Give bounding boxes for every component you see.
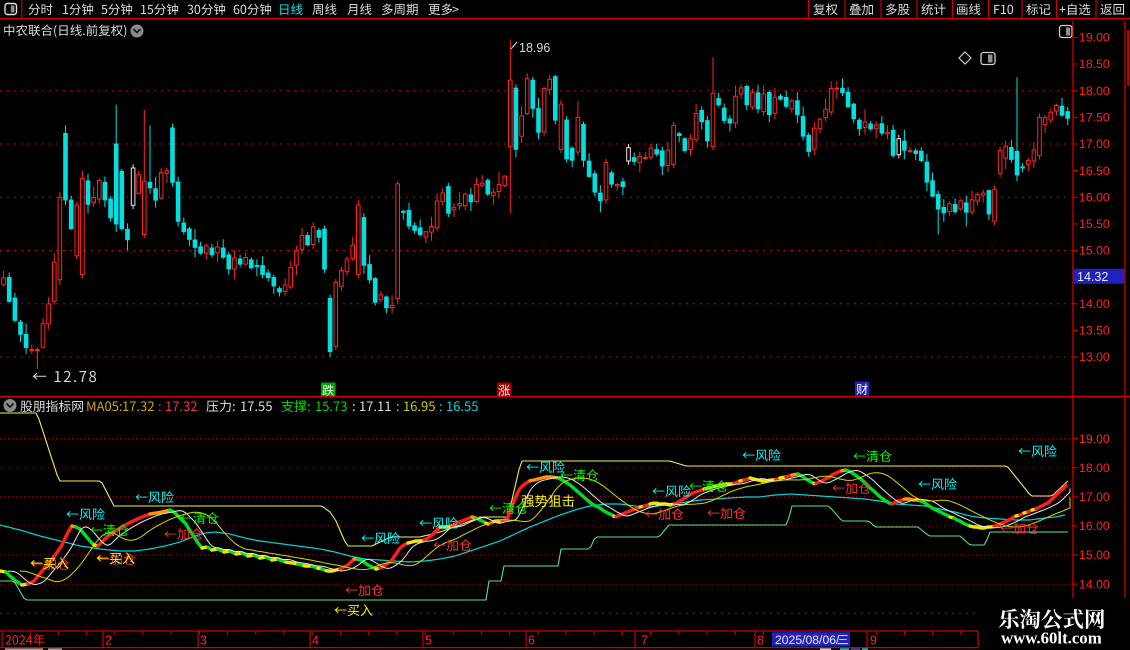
svg-text:4: 4 [312,634,319,648]
svg-text:www.60lt.com: www.60lt.com [1001,629,1102,648]
svg-text:3: 3 [200,634,207,648]
svg-text:16.00: 16.00 [1079,191,1110,205]
svg-text:15.00: 15.00 [1079,548,1110,562]
svg-text:17.00: 17.00 [1079,137,1110,151]
svg-text:18.50: 18.50 [1079,57,1110,71]
svg-text:14.32: 14.32 [1077,270,1108,284]
svg-text:8: 8 [757,634,764,648]
svg-text:16.00: 16.00 [1079,519,1110,533]
svg-text:18.96: 18.96 [519,41,550,55]
svg-text:19.00: 19.00 [1079,31,1110,45]
svg-text:2025/08/06/: 2025/08/06/ [775,633,840,647]
svg-text:13.00: 13.00 [1079,350,1110,364]
svg-text:15.50: 15.50 [1079,217,1110,231]
svg-text:14.00: 14.00 [1079,577,1110,591]
svg-text:16.50: 16.50 [1079,164,1110,178]
svg-text:2: 2 [105,634,112,648]
svg-text:9: 9 [870,634,877,648]
svg-text:5: 5 [425,634,432,648]
svg-text:6: 6 [528,634,535,648]
svg-text:17.50: 17.50 [1079,111,1110,125]
svg-text:15.00: 15.00 [1079,244,1110,258]
svg-text:19.00: 19.00 [1079,432,1110,446]
svg-text:14.00: 14.00 [1079,297,1110,311]
svg-text:18.00: 18.00 [1079,461,1110,475]
svg-text:7: 7 [641,634,648,648]
svg-text:17.00: 17.00 [1079,490,1110,504]
svg-text:13.50: 13.50 [1079,324,1110,338]
svg-text:18.00: 18.00 [1079,84,1110,98]
